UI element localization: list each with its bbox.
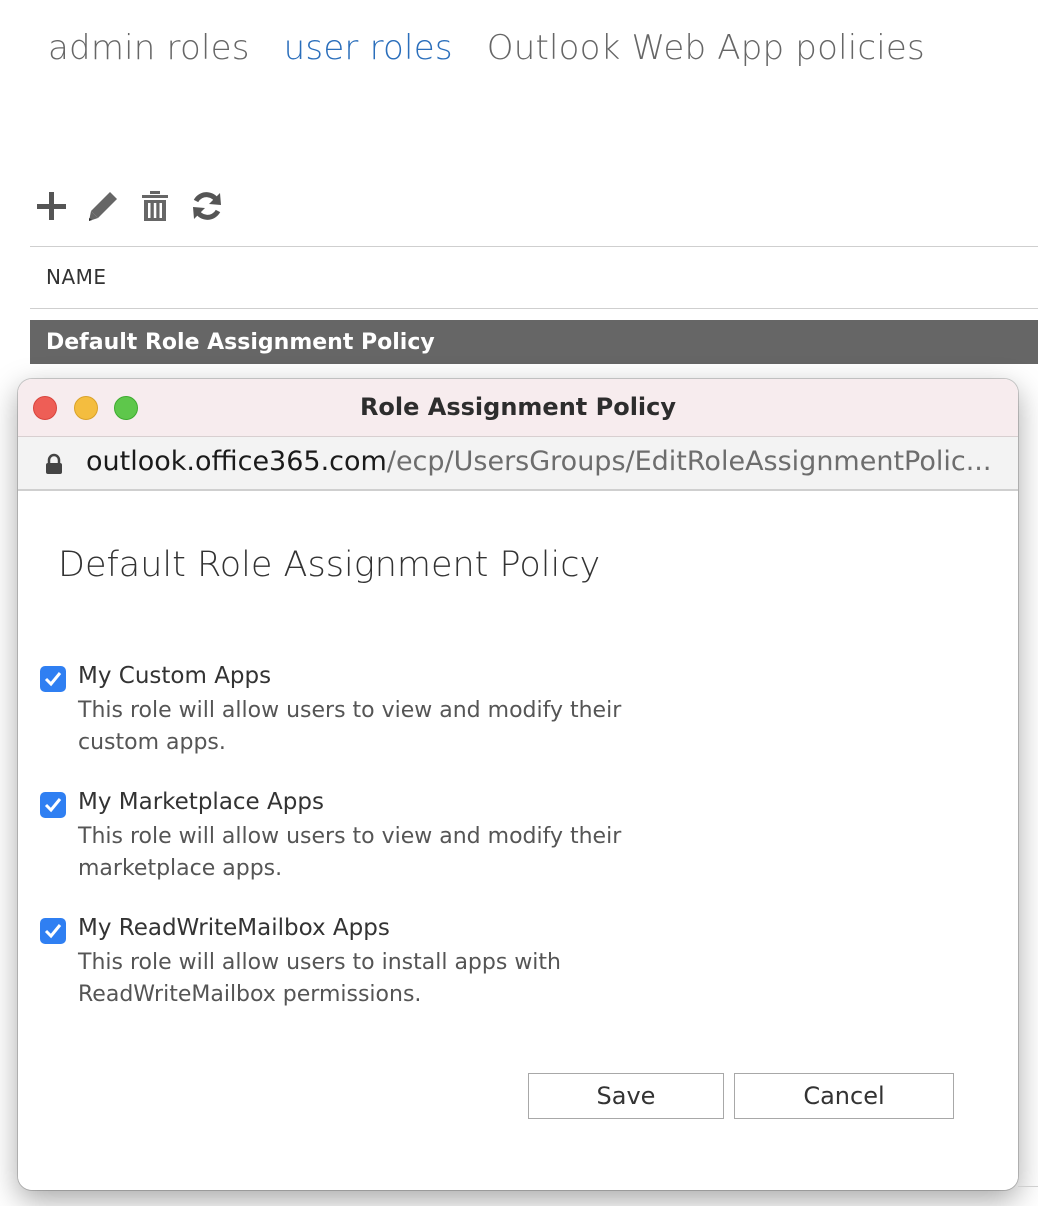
column-header-name[interactable]: NAME xyxy=(46,265,107,289)
delete-button[interactable] xyxy=(138,186,172,226)
role-name: My Custom Apps xyxy=(78,663,272,689)
address-bar[interactable]: outlook.office365.com/ecp/UsersGroups/Ed… xyxy=(18,437,1018,491)
cancel-button[interactable]: Cancel xyxy=(734,1073,954,1119)
policy-title: Default Role Assignment Policy xyxy=(58,545,601,585)
add-icon xyxy=(37,192,66,220)
tab-owa-policies[interactable]: Outlook Web App policies xyxy=(487,28,925,68)
refresh-button[interactable] xyxy=(190,186,224,226)
popup-content: Default Role Assignment Policy My Custom… xyxy=(18,491,1018,1190)
url-host: outlook.office365.com xyxy=(86,446,387,477)
role-name: My ReadWriteMailbox Apps xyxy=(78,915,390,941)
checkmark-icon xyxy=(44,924,62,939)
edit-icon xyxy=(89,192,117,221)
list-divider-top xyxy=(30,246,1038,247)
role-checkbox[interactable] xyxy=(40,918,66,944)
window-titlebar: Role Assignment Policy xyxy=(18,379,1018,437)
edit-button[interactable] xyxy=(86,186,120,226)
role-description: This role will allow users to install ap… xyxy=(78,950,561,1007)
role-checkbox[interactable] xyxy=(40,792,66,818)
checkmark-icon xyxy=(44,672,62,687)
role-assignment-popup-window: Role Assignment Policy outlook.office365… xyxy=(18,379,1018,1190)
table-row[interactable]: Default Role Assignment Policy xyxy=(30,320,1038,364)
lock-icon xyxy=(46,453,62,474)
delete-icon xyxy=(142,191,168,221)
url-path: /ecp/UsersGroups/EditRoleAssignmentPolic… xyxy=(386,446,992,477)
role-name: My Marketplace Apps xyxy=(78,789,324,815)
refresh-icon xyxy=(193,192,221,220)
role-description: This role will allow users to view and m… xyxy=(78,824,622,881)
list-divider-bottom-edge xyxy=(1018,1186,1038,1187)
role-description: This role will allow users to view and m… xyxy=(78,698,622,755)
add-button[interactable] xyxy=(34,186,68,226)
role-checkbox[interactable] xyxy=(40,666,66,692)
list-divider-bottom xyxy=(30,308,1038,309)
role-tabs: admin roles user roles Outlook Web App p… xyxy=(48,28,959,68)
window-title: Role Assignment Policy xyxy=(359,393,677,421)
toolbar xyxy=(34,186,224,226)
url-text: outlook.office365.com/ecp/UsersGroups/Ed… xyxy=(86,446,991,477)
checkmark-icon xyxy=(44,798,62,813)
save-button[interactable]: Save xyxy=(528,1073,724,1119)
tab-user-roles[interactable]: user roles xyxy=(284,28,453,68)
tab-admin-roles[interactable]: admin roles xyxy=(48,28,250,68)
